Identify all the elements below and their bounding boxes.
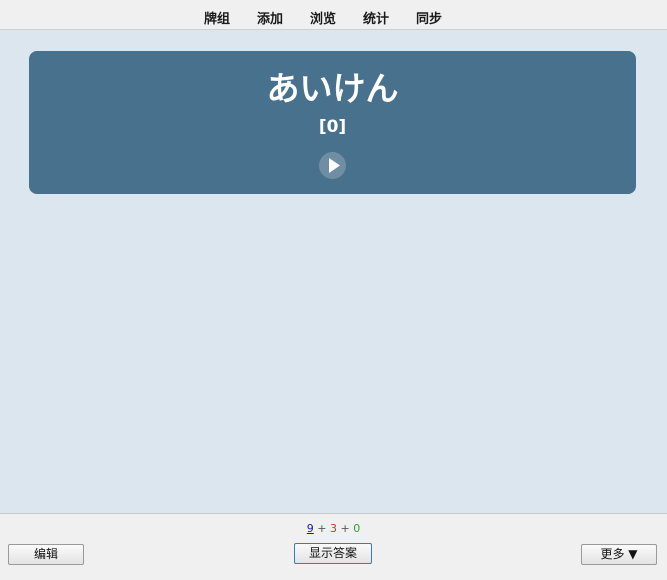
card-word: あいけん xyxy=(266,69,399,108)
toolbar-decks-link[interactable]: 牌组 xyxy=(204,8,230,27)
learning-count: 3 xyxy=(330,522,337,535)
card-reading: [0] xyxy=(318,117,347,137)
toolbar-add-link[interactable]: 添加 xyxy=(257,8,283,27)
toolbar-stats-link[interactable]: 统计 xyxy=(363,8,389,27)
bottom-bar: 9 + 3 + 0 编辑 显示答案 更多 ▼ xyxy=(0,513,667,580)
due-counts: 9 + 3 + 0 xyxy=(0,522,667,535)
review-area: あいけん [0] xyxy=(0,30,667,513)
toolbar-browse-link[interactable]: 浏览 xyxy=(310,8,336,27)
play-audio-button[interactable] xyxy=(319,152,346,179)
review-count: 0 xyxy=(353,522,361,535)
count-separator: + xyxy=(340,522,350,535)
show-answer-button[interactable]: 显示答案 xyxy=(294,543,372,564)
top-toolbar: 牌组 添加 浏览 统计 同步 xyxy=(0,0,667,30)
edit-button[interactable]: 编辑 xyxy=(8,544,84,565)
more-button[interactable]: 更多 ▼ xyxy=(581,544,657,565)
new-count: 9 xyxy=(306,522,314,535)
play-icon xyxy=(329,158,340,173)
flashcard: あいけん [0] xyxy=(29,51,636,194)
toolbar-sync-link[interactable]: 同步 xyxy=(416,8,442,27)
count-separator: + xyxy=(317,522,327,535)
